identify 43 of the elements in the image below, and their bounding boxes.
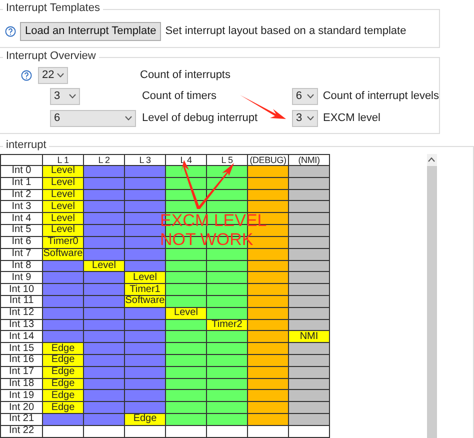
field-label: Count of interrupts	[140, 69, 230, 81]
row-header: Int 2	[0, 189, 42, 201]
row-header: Int 13	[0, 319, 42, 331]
row-header: Int 17	[0, 366, 42, 378]
row-header: Int 9	[0, 272, 42, 284]
column-header: L 2	[84, 154, 124, 166]
row-header: Int 10	[0, 284, 42, 296]
group-title: Interrupt Templates	[3, 2, 103, 14]
field-label: Count of interrupt levels	[322, 90, 439, 102]
field-label: Level of debug interrupt	[142, 112, 259, 124]
group-title: interrupt	[3, 139, 50, 151]
dropdown[interactable]: 6	[50, 110, 136, 126]
load-template-button[interactable]: Load an Interrupt Template	[20, 22, 162, 40]
column-header: L 3	[124, 154, 166, 166]
row-header: Int 20	[0, 402, 42, 414]
row-header: Int 12	[0, 307, 42, 320]
row-header: Int 3	[0, 200, 42, 213]
row-header: Int 19	[0, 390, 42, 402]
row-header: Int 11	[0, 295, 42, 308]
row-header: Int 8	[0, 260, 42, 272]
row-header: Int 7	[0, 248, 42, 260]
row-header: Int 6	[0, 236, 42, 248]
column-header: (NMI)	[288, 154, 330, 166]
dropdown[interactable]: 6	[292, 88, 318, 104]
row-header: Int 15	[0, 342, 42, 354]
row-header: Int 16	[0, 354, 42, 366]
row-header: Int 5	[0, 224, 42, 236]
group-title: Interrupt Overview	[3, 50, 99, 62]
description-text: Set interrupt layout based on a standard template	[165, 25, 406, 37]
row-header: Int 1	[0, 177, 42, 190]
column-header: L 1	[42, 154, 84, 166]
row-header: Int 4	[0, 212, 42, 225]
dropdown[interactable]: 3	[50, 88, 80, 104]
row-header: Int 18	[0, 378, 42, 390]
dropdown[interactable]: 3	[292, 110, 318, 126]
row-header: Int 0	[0, 166, 42, 178]
dropdown[interactable]: 22	[38, 66, 68, 84]
column-header: (DEBUG)	[248, 154, 288, 166]
field-label: Count of timers	[142, 90, 218, 102]
row-header: Int 21	[0, 414, 42, 426]
row-header: Int 14	[0, 330, 42, 343]
field-label: EXCM level	[323, 112, 380, 124]
row-header: Int 22	[0, 425, 42, 438]
